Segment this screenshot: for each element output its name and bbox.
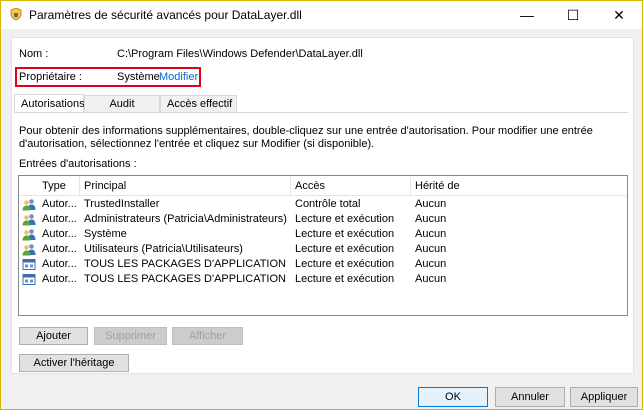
tab-audit[interactable]: Audit: [84, 95, 160, 113]
cell-principal: TrustedInstaller: [84, 198, 160, 210]
column-header-inherited[interactable]: Hérité de: [415, 180, 460, 192]
cancel-button[interactable]: Annuler: [495, 387, 565, 407]
view-button[interactable]: Afficher: [172, 327, 243, 345]
cell-inherited: Aucun: [415, 213, 447, 225]
cell-principal: Système: [84, 228, 127, 240]
owner-value: Système: [117, 71, 160, 83]
cell-access: Lecture et exécution: [295, 273, 395, 285]
cell-access: Lecture et exécution: [295, 258, 395, 270]
column-separator[interactable]: [79, 176, 80, 195]
enable-inheritance-button[interactable]: Activer l'héritage: [19, 354, 129, 372]
tab-permissions[interactable]: Autorisations: [14, 94, 85, 113]
users-icon: [22, 214, 36, 226]
shield-icon: [10, 7, 22, 21]
apply-button[interactable]: Appliquer: [570, 387, 638, 407]
users-icon: [22, 244, 36, 256]
column-separator[interactable]: [410, 176, 411, 195]
remove-button[interactable]: Supprimer: [94, 327, 167, 345]
cell-type: Autor...: [42, 213, 77, 225]
cell-type: Autor...: [42, 228, 77, 240]
table-row[interactable]: Autor... TrustedInstaller Contrôle total…: [19, 197, 627, 212]
cell-inherited: Aucun: [415, 258, 447, 270]
table-row[interactable]: Autor... Utilisateurs (Patricia\Utilisat…: [19, 242, 627, 257]
table-row[interactable]: Autor... TOUS LES PACKAGES D'APPLICATION…: [19, 257, 627, 272]
cell-principal: TOUS LES PACKAGES D'APPLICATION: [84, 258, 286, 270]
column-separator[interactable]: [290, 176, 291, 195]
cell-type: Autor...: [42, 243, 77, 255]
tab-effective-access[interactable]: Accès effectif: [160, 95, 237, 113]
owner-label: Propriétaire :: [19, 71, 82, 83]
maximize-button[interactable]: ☐: [550, 1, 596, 29]
advanced-security-dialog: Paramètres de sécurité avancés pour Data…: [0, 0, 643, 410]
table-row[interactable]: Autor... Système Lecture et exécution Au…: [19, 227, 627, 242]
cell-access: Lecture et exécution: [295, 243, 395, 255]
close-button[interactable]: ✕: [596, 1, 642, 29]
entries-label: Entrées d'autorisations :: [19, 158, 137, 170]
cell-type: Autor...: [42, 273, 77, 285]
table-row[interactable]: Autor... TOUS LES PACKAGES D'APPLICATION…: [19, 272, 627, 287]
description-text: Pour obtenir des informations supplément…: [19, 125, 593, 150]
table-header: Type Principal Accès Hérité de: [19, 176, 627, 196]
column-header-access[interactable]: Accès: [295, 180, 325, 192]
tab-divider: [14, 112, 628, 113]
add-button[interactable]: Ajouter: [19, 327, 88, 345]
cell-access: Lecture et exécution: [295, 213, 395, 225]
name-label: Nom :: [19, 48, 49, 60]
cell-access: Contrôle total: [295, 198, 361, 210]
cell-principal: Administrateurs (Patricia\Administrateur…: [84, 213, 287, 225]
change-owner-link[interactable]: Modifier: [159, 71, 198, 83]
cell-type: Autor...: [42, 258, 77, 270]
cell-inherited: Aucun: [415, 273, 447, 285]
cell-inherited: Aucun: [415, 228, 447, 240]
cell-inherited: Aucun: [415, 198, 447, 210]
package-icon: [22, 259, 36, 270]
column-header-principal[interactable]: Principal: [84, 180, 126, 192]
users-icon: [22, 229, 36, 241]
package-icon: [22, 274, 36, 285]
window-title: Paramètres de sécurité avancés pour Data…: [29, 8, 302, 22]
column-header-type[interactable]: Type: [42, 180, 66, 192]
cell-principal: TOUS LES PACKAGES D'APPLICATION RESTREI.…: [84, 273, 289, 285]
name-value: C:\Program Files\Windows Defender\DataLa…: [117, 48, 363, 60]
cell-type: Autor...: [42, 198, 77, 210]
cell-access: Lecture et exécution: [295, 228, 395, 240]
permission-entries-table[interactable]: Type Principal Accès Hérité de Autor... …: [18, 175, 628, 316]
cell-inherited: Aucun: [415, 243, 447, 255]
users-icon: [22, 199, 36, 211]
cell-principal: Utilisateurs (Patricia\Utilisateurs): [84, 243, 243, 255]
ok-button[interactable]: OK: [418, 387, 488, 407]
title-bar[interactable]: Paramètres de sécurité avancés pour Data…: [1, 1, 642, 29]
table-row[interactable]: Autor... Administrateurs (Patricia\Admin…: [19, 212, 627, 227]
minimize-button[interactable]: —: [504, 1, 550, 29]
